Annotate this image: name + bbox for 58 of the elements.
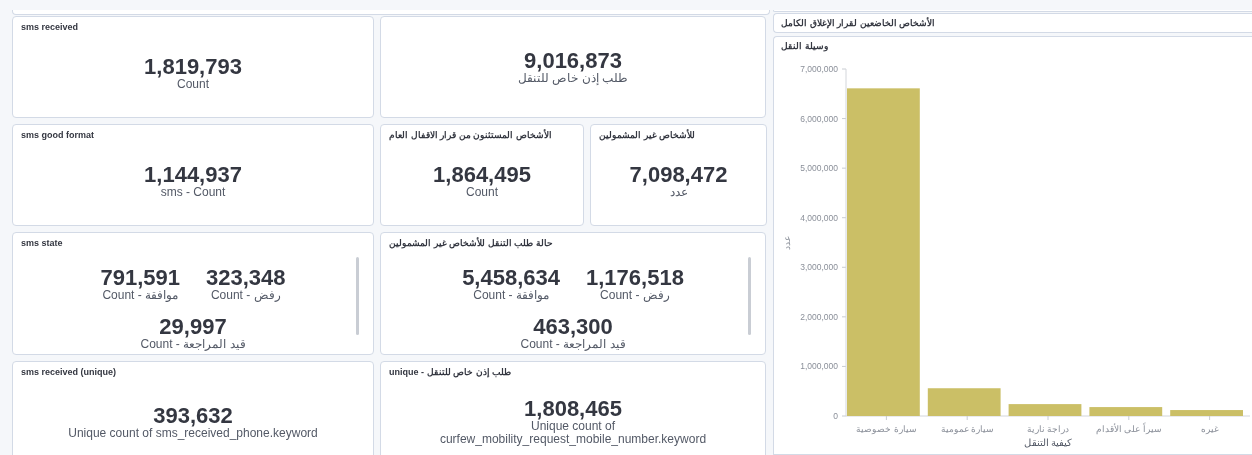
y-tick-label: 0 (833, 411, 838, 421)
y-tick-label: 4,000,000 (800, 212, 838, 223)
panel-title: حالة طلب التنقل للأشخاص غير المشمولين (389, 237, 554, 249)
metric-label: Count (177, 77, 209, 91)
metric-label: Unique count of curfew_mobility_request_mobile_number.keyword (438, 420, 708, 446)
panel-title: unique - طلب إذن خاص للتنقل (389, 366, 512, 378)
y-tick-label: 6,000,000 (800, 113, 838, 124)
x-axis-title: كيفية التنقل (1023, 437, 1073, 448)
bar[interactable] (847, 88, 920, 416)
metric-label: Count - موافقة (473, 289, 549, 302)
y-axis-title: عدد (782, 235, 792, 250)
metric-label: Count - موافقة (102, 289, 179, 302)
metric-value: 9,016,873 (524, 49, 622, 72)
panel-title: sms good format (21, 129, 95, 141)
metric-label: Count (466, 185, 498, 199)
metric-value: 393,632 (153, 404, 233, 427)
metric-value: 1,176,518 (586, 267, 684, 289)
x-tick-label: سيراً على الأقدام (1095, 424, 1162, 434)
metric-label: Count - رفض (210, 289, 281, 302)
metric-value: 29,997 (159, 316, 227, 338)
y-tick-label: 1,000,000 (800, 361, 838, 372)
y-tick-label: 3,000,000 (800, 262, 838, 273)
metric-value: 463,300 (533, 316, 613, 338)
bar[interactable] (927, 388, 1001, 416)
y-tick-label: 2,000,000 (800, 311, 838, 322)
panel-title: sms state (21, 237, 64, 249)
panel-title: للأشخاص غير المشمولين (599, 129, 696, 141)
metric-value: 1,808,465 (524, 398, 622, 420)
panel-title: sms received (unique) (21, 366, 118, 378)
metric-label: Count - قيد المراجعة (520, 338, 626, 351)
panel-header: الأشخاص الخاضعين لقرار الإغلاق الكامل (773, 13, 1252, 33)
y-tick-label: 7,000,000 (800, 64, 838, 74)
bar[interactable] (1089, 407, 1163, 416)
x-tick-label: سيارة خصوصية (856, 424, 917, 434)
metric-value: 1,819,793 (144, 55, 242, 78)
panel-title: sms received (21, 21, 80, 33)
metric-label: Count - قيد المراجعة (140, 338, 246, 351)
bar[interactable] (1170, 410, 1243, 416)
metric-label: طلب إذن خاص للتنقل (518, 71, 628, 85)
y-tick-label: 5,000,000 (800, 163, 838, 174)
bar[interactable] (1008, 404, 1082, 416)
metric-value: 791,591 (100, 267, 180, 289)
metric-label: Count - رفض (600, 289, 670, 302)
metric-value: 1,144,937 (144, 163, 242, 186)
x-tick-label: دراجة نارية (1026, 424, 1070, 434)
x-tick-label: سيارة عمومية (940, 424, 994, 434)
metric-value: 1,864,495 (433, 163, 531, 186)
metric-label: Unique count of sms_received_phone.keyword (68, 426, 318, 440)
metric-value: 323,348 (206, 267, 286, 289)
scrollbar[interactable] (748, 257, 751, 335)
panel-title: الأشخاص المستثنون من قرار الاقفال العام (389, 129, 553, 141)
metric-value: 5,458,634 (462, 267, 560, 289)
metric-label: sms - Count (160, 185, 226, 199)
scrollbar[interactable] (356, 257, 359, 335)
x-tick-label: غيره (1200, 424, 1219, 434)
panel-title: وسيلة النقل (781, 40, 829, 52)
metric-value: 7,098,472 (629, 163, 728, 186)
metric-label: عدد (669, 185, 688, 199)
